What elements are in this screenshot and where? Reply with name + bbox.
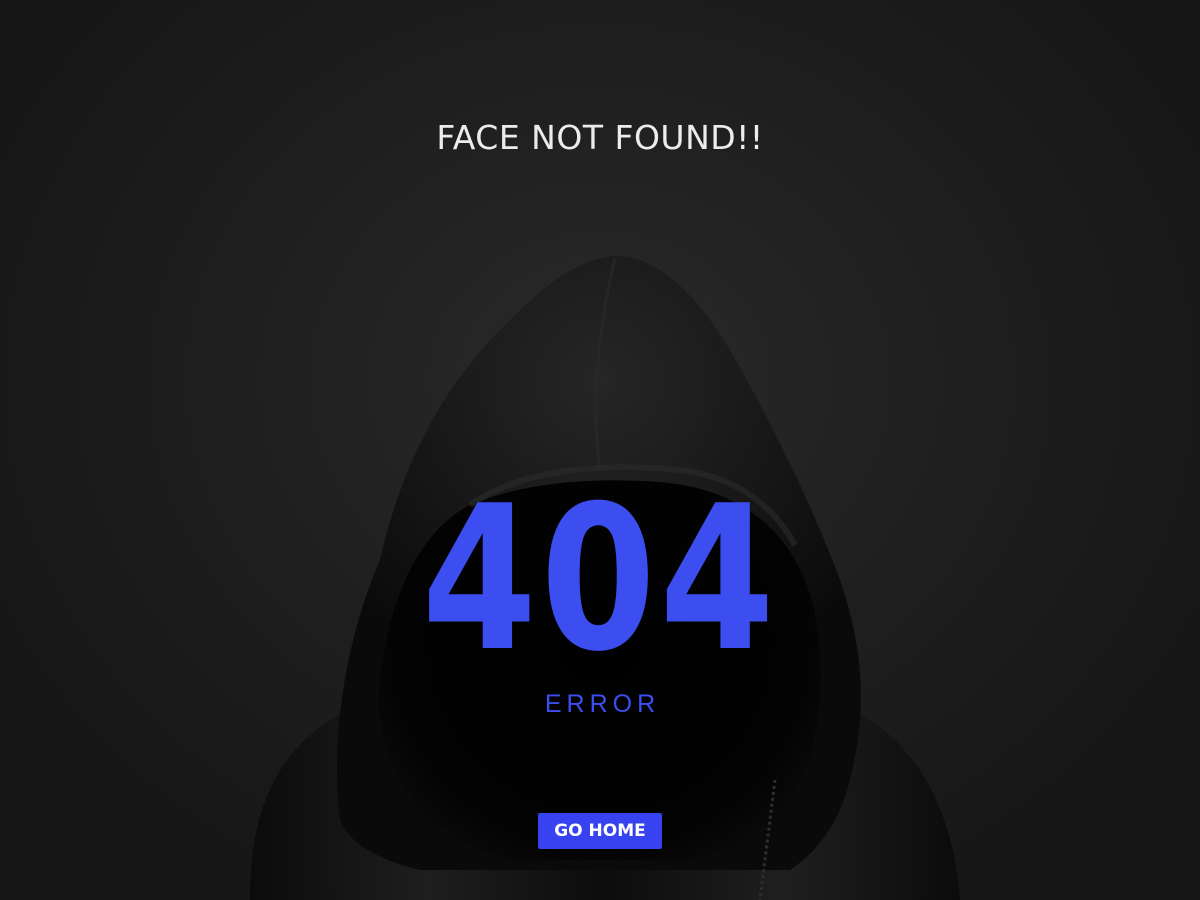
page-headline: FACE NOT FOUND!! xyxy=(436,118,764,157)
error-label: ERROR xyxy=(544,690,661,718)
go-home-button[interactable]: GO HOME xyxy=(538,813,662,849)
error-page: FACE NOT FOUND!! 404 ERROR GO HOME xyxy=(0,0,1200,900)
error-code: 404 xyxy=(421,463,779,696)
